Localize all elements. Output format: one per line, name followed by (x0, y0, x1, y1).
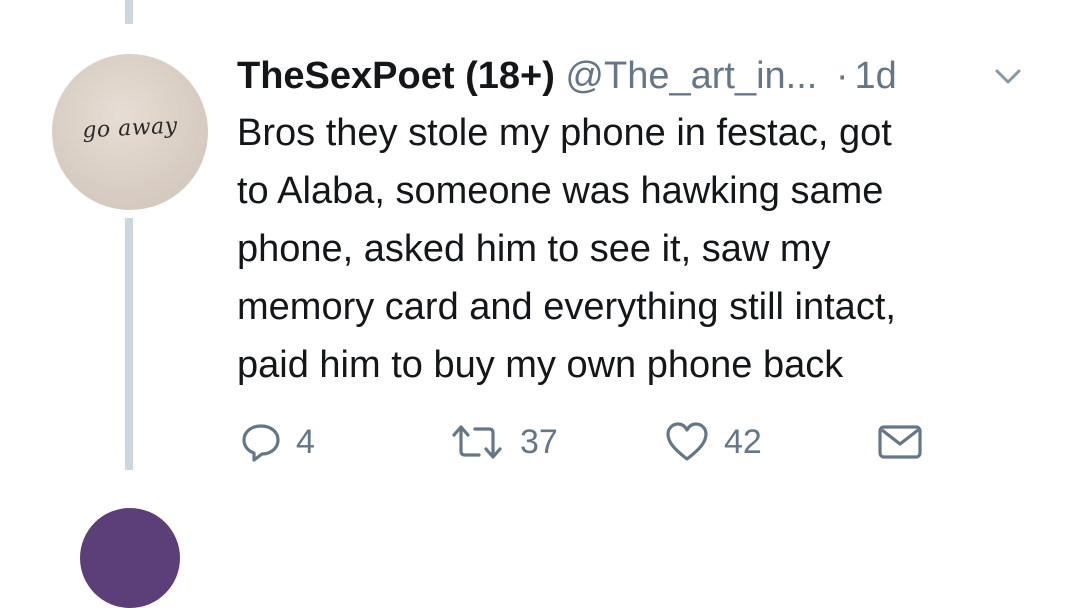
avatar[interactable]: go away (52, 54, 208, 210)
reply-count: 4 (296, 422, 315, 461)
timestamp[interactable]: 1d (855, 55, 897, 97)
share-button[interactable] (876, 412, 924, 472)
tweet-header: TheSexPoet (18+) @The_art_in... · 1d (237, 48, 1038, 104)
retweet-count: 37 (520, 422, 558, 461)
user-handle[interactable]: @The_art_in... (565, 55, 817, 97)
reply-icon (242, 424, 280, 462)
avatar-image-text: go away (81, 113, 179, 144)
tweet-actions: 4 37 42 (0, 412, 1078, 472)
reply-button[interactable]: 4 (240, 412, 315, 472)
heart-icon (666, 422, 708, 461)
next-tweet-avatar[interactable] (80, 508, 180, 608)
like-count: 42 (724, 422, 762, 461)
thread-line-top (125, 0, 133, 24)
retweet-button[interactable]: 37 (448, 412, 558, 472)
display-name[interactable]: TheSexPoet (18+) (237, 55, 555, 97)
like-button[interactable]: 42 (664, 412, 762, 472)
chevron-down-icon[interactable] (993, 66, 1023, 88)
separator-dot: · (835, 55, 849, 97)
retweet-icon (452, 425, 502, 459)
tweet-text: Bros they stole my phone in festac, got … (237, 112, 896, 386)
mail-icon (878, 425, 922, 459)
